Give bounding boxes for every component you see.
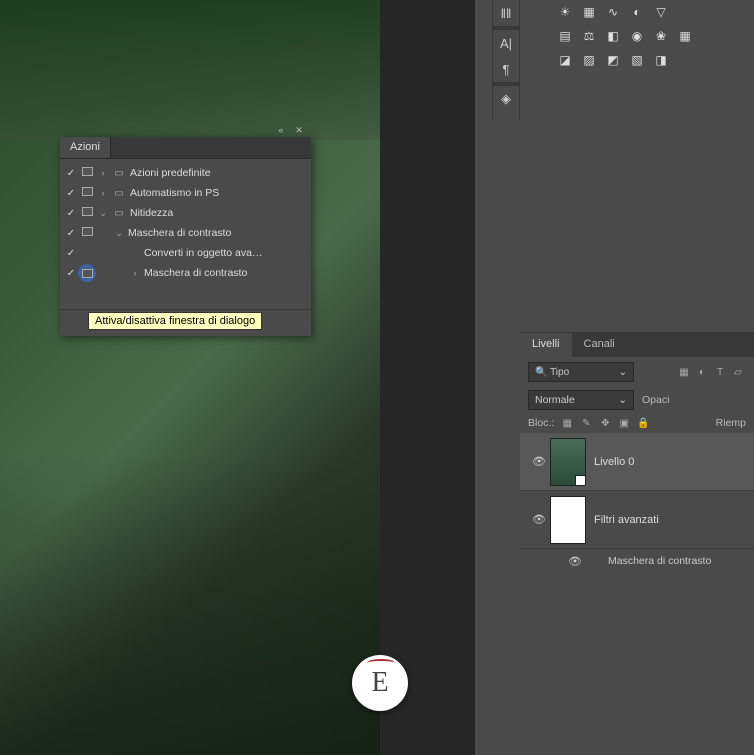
smart-filters-item[interactable]: 👁 Filtri avanzati <box>520 491 754 549</box>
channel-mixer-icon[interactable]: ❀ <box>651 28 671 44</box>
logo-letter: E <box>371 667 388 699</box>
layer-item[interactable]: 👁 Livello 0 <box>520 433 754 491</box>
folder-icon: ▭ <box>110 188 128 199</box>
posterize-icon[interactable]: ▨ <box>579 52 599 68</box>
layer-thumbnail[interactable] <box>550 438 586 486</box>
expand-arrow-icon[interactable]: › <box>128 268 142 278</box>
hue-icon[interactable]: ▤ <box>555 28 575 44</box>
dialog-toggle[interactable] <box>78 227 96 239</box>
selective-color-icon[interactable]: ◨ <box>651 52 671 68</box>
check-icon[interactable]: ✓ <box>64 188 78 199</box>
invert-icon[interactable]: ◪ <box>555 52 575 68</box>
dialog-toggle[interactable] <box>78 187 96 199</box>
blend-mode-select[interactable]: Normale ⌄ <box>528 390 634 410</box>
blend-mode-value: Normale <box>535 394 575 406</box>
filter-shape-icon[interactable]: ▱ <box>730 364 746 380</box>
adjustments-icons: ☀ ▦ ∿ ◐ ▽ ▤ ⚖ ◧ ◉ ❀ ▦ ◪ ▨ ◩ ▧ ◨ <box>555 0 695 72</box>
action-label: Maschera di contrasto <box>126 227 307 239</box>
action-label: Maschera di contrasto <box>142 267 307 279</box>
expand-arrow-icon[interactable]: › <box>96 168 110 178</box>
lock-transparency-icon[interactable]: ▦ <box>560 416 574 430</box>
layer-name[interactable]: Livello 0 <box>594 456 634 468</box>
collapse-arrow-icon[interactable]: ⌄ <box>96 208 110 219</box>
smart-filter-entry[interactable]: 👁 Maschera di contrasto <box>520 549 754 573</box>
dialog-toggle[interactable] <box>78 207 96 219</box>
action-row[interactable]: ✓ ⌄ Maschera di contrasto <box>60 223 311 243</box>
threshold-icon[interactable]: ◩ <box>603 52 623 68</box>
watermark-logo: E <box>352 655 408 711</box>
gradient-map-icon[interactable]: ▧ <box>627 52 647 68</box>
layers-tab[interactable]: Livelli <box>520 333 572 357</box>
action-label: Converti in oggetto ava… <box>142 247 307 259</box>
chevron-down-icon: ⌄ <box>619 367 627 378</box>
opacity-label: Opaci <box>642 394 669 406</box>
photofilter-icon[interactable]: ◉ <box>627 28 647 44</box>
dialog-toggle[interactable] <box>78 167 96 179</box>
balance-icon[interactable]: ⚖ <box>579 28 599 44</box>
folder-icon: ▭ <box>110 168 128 179</box>
smart-object-badge <box>575 475 586 486</box>
line-height-icon[interactable]: ‖‖ <box>492 0 520 26</box>
channels-tab[interactable]: Canali <box>572 333 627 357</box>
check-icon[interactable]: ✓ <box>64 228 78 239</box>
action-label: Nitidezza <box>128 207 307 219</box>
visibility-eye-icon[interactable]: 👁 <box>528 455 550 468</box>
exposure-icon[interactable]: ◐ <box>627 4 647 20</box>
action-row[interactable]: ✓ Converti in oggetto ava… <box>60 243 311 263</box>
chevron-down-icon: ⌄ <box>618 394 627 406</box>
curves-icon[interactable]: ∿ <box>603 4 623 20</box>
filter-name: Maschera di contrasto <box>608 555 711 567</box>
paragraph-panel-icon[interactable]: ¶ <box>492 56 520 82</box>
character-panel-icon[interactable]: A| <box>492 30 520 56</box>
action-label: Automatismo in PS <box>128 187 307 199</box>
filter-adjust-icon[interactable]: ◐ <box>694 364 710 380</box>
check-icon[interactable]: ✓ <box>64 268 78 279</box>
levels-icon[interactable]: ▦ <box>579 4 599 20</box>
vibrance-icon[interactable]: ▽ <box>651 4 671 20</box>
check-icon[interactable]: ✓ <box>64 248 78 259</box>
actions-tab[interactable]: Azioni <box>60 137 111 158</box>
collapse-arrow-icon[interactable]: ⌄ <box>112 228 126 239</box>
fill-label: Riemp <box>716 417 746 429</box>
expand-arrow-icon[interactable]: › <box>96 188 110 198</box>
canvas-photo[interactable] <box>0 0 380 755</box>
lock-artboard-icon[interactable]: ▣ <box>617 416 631 430</box>
filter-type-icon[interactable]: T <box>712 364 728 380</box>
close-panel-icon[interactable]: ✕ <box>293 125 305 135</box>
collapse-panel-icon[interactable]: « <box>275 125 287 135</box>
action-row[interactable]: ✓ › Maschera di contrasto <box>60 263 311 283</box>
check-icon[interactable]: ✓ <box>64 168 78 179</box>
check-icon[interactable]: ✓ <box>64 208 78 219</box>
filter-mask-thumbnail[interactable] <box>550 496 586 544</box>
actions-list: ✓ › ▭ Azioni predefinite ✓ › ▭ Automatis… <box>60 159 311 287</box>
actions-panel: « ✕ Azioni ✓ › ▭ Azioni predefinite ✓ › … <box>60 137 311 336</box>
filter-pixel-icon[interactable]: ▦ <box>676 364 692 380</box>
dialog-toggle-highlighted[interactable] <box>78 264 96 282</box>
lock-all-icon[interactable]: 🔒 <box>636 416 650 430</box>
lock-label: Bloc.: <box>528 417 554 429</box>
lock-pixels-icon[interactable]: ✎ <box>579 416 593 430</box>
brightness-icon[interactable]: ☀ <box>555 4 575 20</box>
action-label: Azioni predefinite <box>128 167 307 179</box>
lock-position-icon[interactable]: ✥ <box>598 416 612 430</box>
workspace-background <box>380 0 475 755</box>
3d-cube-icon[interactable]: ◈ <box>492 86 520 112</box>
bw-icon[interactable]: ◧ <box>603 28 623 44</box>
visibility-eye-icon[interactable]: 👁 <box>564 555 586 568</box>
filter-label: Tipo <box>550 367 569 378</box>
layers-panel: Livelli Canali 🔍 Tipo ⌄ ▦ ◐ T ▱ Normale … <box>520 332 754 573</box>
folder-icon: ▭ <box>110 208 128 219</box>
action-row[interactable]: ✓ ⌄ ▭ Nitidezza <box>60 203 311 223</box>
tooltip: Attiva/disattiva finestra di dialogo <box>88 312 262 330</box>
visibility-eye-icon[interactable]: 👁 <box>528 513 550 526</box>
color-lookup-icon[interactable]: ▦ <box>675 28 695 44</box>
vertical-toolbar: ‖‖ A| ¶ ◈ <box>492 0 520 120</box>
action-row[interactable]: ✓ › ▭ Azioni predefinite <box>60 163 311 183</box>
layer-filter-select[interactable]: 🔍 Tipo ⌄ <box>528 362 634 382</box>
action-row[interactable]: ✓ › ▭ Automatismo in PS <box>60 183 311 203</box>
smart-filters-label: Filtri avanzati <box>594 514 659 526</box>
